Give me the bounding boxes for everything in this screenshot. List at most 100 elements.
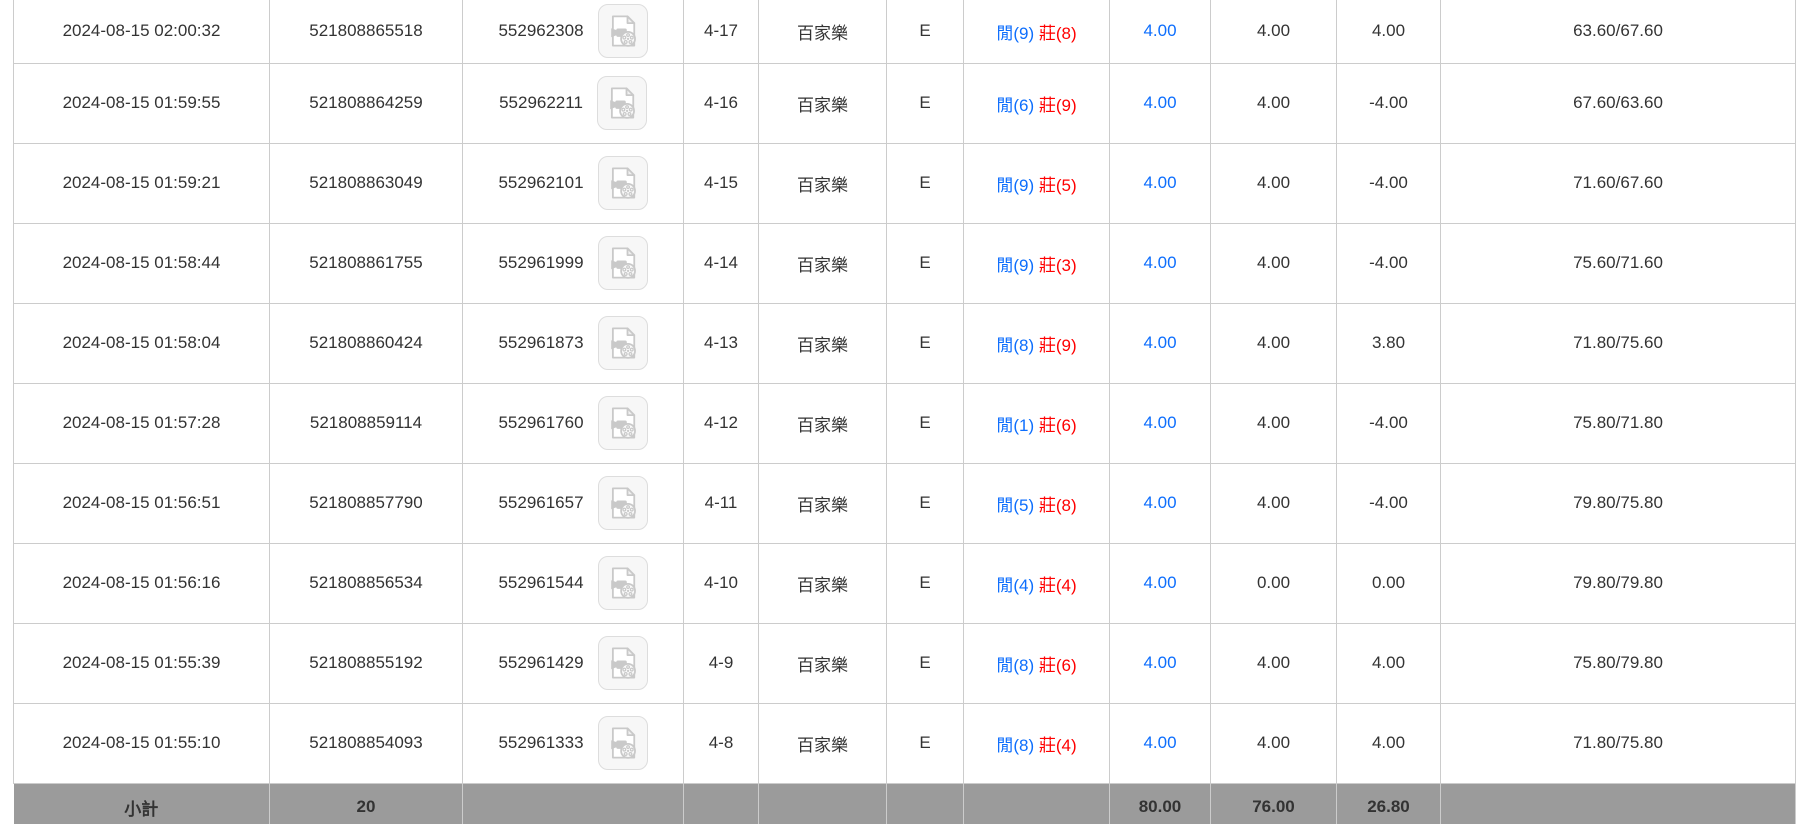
bet-time: 2024-08-15 01:58:04	[14, 303, 270, 383]
bet-time: 2024-08-15 01:59:21	[14, 143, 270, 223]
video-replay-button[interactable]	[598, 316, 648, 370]
valid-bet-link[interactable]: 4.00	[1143, 253, 1176, 272]
video-replay-icon	[606, 485, 640, 521]
bet-amount: 4.00	[1211, 303, 1337, 383]
game-name: 百家樂	[759, 223, 887, 303]
round-id: 552962101	[498, 173, 583, 193]
banker-result: 莊(8)	[1039, 496, 1077, 515]
video-replay-icon	[606, 13, 640, 49]
valid-bet-link[interactable]: 4.00	[1143, 493, 1176, 512]
table-code: E	[887, 383, 964, 463]
round-number: 4-14	[684, 223, 759, 303]
subtotal-row: 小計 20 80.00 76.00 26.80	[14, 783, 1796, 824]
round-id: 552961760	[498, 413, 583, 433]
round-id: 552962308	[498, 21, 583, 41]
player-result: 閒(9)	[996, 176, 1034, 195]
round-id: 552961657	[498, 493, 583, 513]
video-replay-button[interactable]	[597, 76, 647, 130]
bet-amount: 4.00	[1211, 463, 1337, 543]
video-replay-icon	[606, 405, 640, 441]
subtotal-empty-cell	[887, 783, 964, 824]
round-id-wrap: 552961429	[463, 636, 683, 690]
bet-row: 2024-08-15 01:58:44521808861755552961999…	[14, 223, 1796, 303]
game-result: 閒(4) 莊(4)	[964, 543, 1110, 623]
video-replay-icon	[606, 645, 640, 681]
player-result: 閒(8)	[996, 736, 1034, 755]
subtotal-empty-cell	[759, 783, 887, 824]
round-id: 552961429	[498, 653, 583, 673]
bet-time: 2024-08-15 01:56:16	[14, 543, 270, 623]
round-id: 552961544	[498, 573, 583, 593]
subtotal-count: 20	[270, 783, 463, 824]
game-result: 閒(5) 莊(8)	[964, 463, 1110, 543]
game-name: 百家樂	[759, 543, 887, 623]
round-number: 4-12	[684, 383, 759, 463]
video-replay-icon	[606, 245, 640, 281]
bet-id: 521808855192	[270, 623, 463, 703]
table-code: E	[887, 143, 964, 223]
bet-row: 2024-08-15 01:56:51521808857790 552961657…	[14, 463, 1796, 543]
bet-row: 2024-08-15 01:55:10521808854093552961333…	[14, 703, 1796, 783]
game-result: 閒(1) 莊(6)	[964, 383, 1110, 463]
game-name: 百家樂	[759, 63, 887, 143]
game-result: 閒(8) 莊(9)	[964, 303, 1110, 383]
valid-bet-cell: 4.00	[1110, 0, 1211, 63]
video-replay-button[interactable]	[598, 556, 648, 610]
bet-time: 2024-08-15 01:56:51	[14, 463, 270, 543]
table-code: E	[887, 623, 964, 703]
win-loss: -4.00	[1337, 143, 1441, 223]
valid-bet-link[interactable]: 4.00	[1143, 21, 1176, 40]
bet-row: 2024-08-15 01:55:39521808855192552961429…	[14, 623, 1796, 703]
bet-id: 521808854093	[270, 703, 463, 783]
bet-amount: 4.00	[1211, 703, 1337, 783]
valid-bet-link[interactable]: 4.00	[1143, 173, 1176, 192]
game-name: 百家樂	[759, 383, 887, 463]
round-id-cell: 552961760	[463, 383, 684, 463]
bet-history-screen: 2024-08-15 02:00:32521808865518552962308…	[0, 0, 1818, 824]
round-number: 4-11	[684, 463, 759, 543]
balance-before-after: 75.80/79.80	[1441, 623, 1796, 703]
video-replay-button[interactable]	[598, 476, 648, 530]
bet-rows: 2024-08-15 02:00:32521808865518552962308…	[14, 0, 1796, 783]
subtotal-empty-cell	[964, 783, 1110, 824]
game-result: 閒(8) 莊(6)	[964, 623, 1110, 703]
balance-before-after: 79.80/75.80	[1441, 463, 1796, 543]
bet-row: 2024-08-15 01:57:28521808859114552961760…	[14, 383, 1796, 463]
video-replay-button[interactable]	[598, 4, 648, 58]
round-number: 4-16	[684, 63, 759, 143]
video-replay-button[interactable]	[598, 396, 648, 450]
valid-bet-link[interactable]: 4.00	[1143, 653, 1176, 672]
table-code: E	[887, 543, 964, 623]
banker-result: 莊(5)	[1039, 176, 1077, 195]
valid-bet-link[interactable]: 4.00	[1143, 413, 1176, 432]
bet-time: 2024-08-15 02:00:32	[14, 0, 270, 63]
round-id-wrap: 552961544	[463, 556, 683, 610]
round-id: 552961333	[498, 733, 583, 753]
bet-amount: 4.00	[1211, 143, 1337, 223]
game-result: 閒(9) 莊(5)	[964, 143, 1110, 223]
valid-bet-link[interactable]: 4.00	[1143, 333, 1176, 352]
video-replay-button[interactable]	[598, 156, 648, 210]
video-replay-button[interactable]	[598, 236, 648, 290]
subtotal-label: 小計	[14, 783, 270, 824]
table-code: E	[887, 463, 964, 543]
valid-bet-cell: 4.00	[1110, 703, 1211, 783]
table-code: E	[887, 0, 964, 63]
banker-result: 莊(3)	[1039, 256, 1077, 275]
bet-id: 521808857790	[270, 463, 463, 543]
win-loss: -4.00	[1337, 383, 1441, 463]
valid-bet-link[interactable]: 4.00	[1143, 733, 1176, 752]
video-replay-button[interactable]	[598, 636, 648, 690]
bet-id: 521808861755	[270, 223, 463, 303]
subtotal-valid-total: 80.00	[1110, 783, 1211, 824]
player-result: 閒(9)	[996, 256, 1034, 275]
round-id-cell: 552961657	[463, 463, 684, 543]
round-number: 4-9	[684, 623, 759, 703]
banker-result: 莊(6)	[1039, 656, 1077, 675]
valid-bet-link[interactable]: 4.00	[1143, 93, 1176, 112]
bet-id: 521808859114	[270, 383, 463, 463]
valid-bet-link[interactable]: 4.00	[1143, 573, 1176, 592]
video-replay-button[interactable]	[598, 716, 648, 770]
win-loss: 0.00	[1337, 543, 1441, 623]
round-id: 552962211	[499, 93, 583, 113]
